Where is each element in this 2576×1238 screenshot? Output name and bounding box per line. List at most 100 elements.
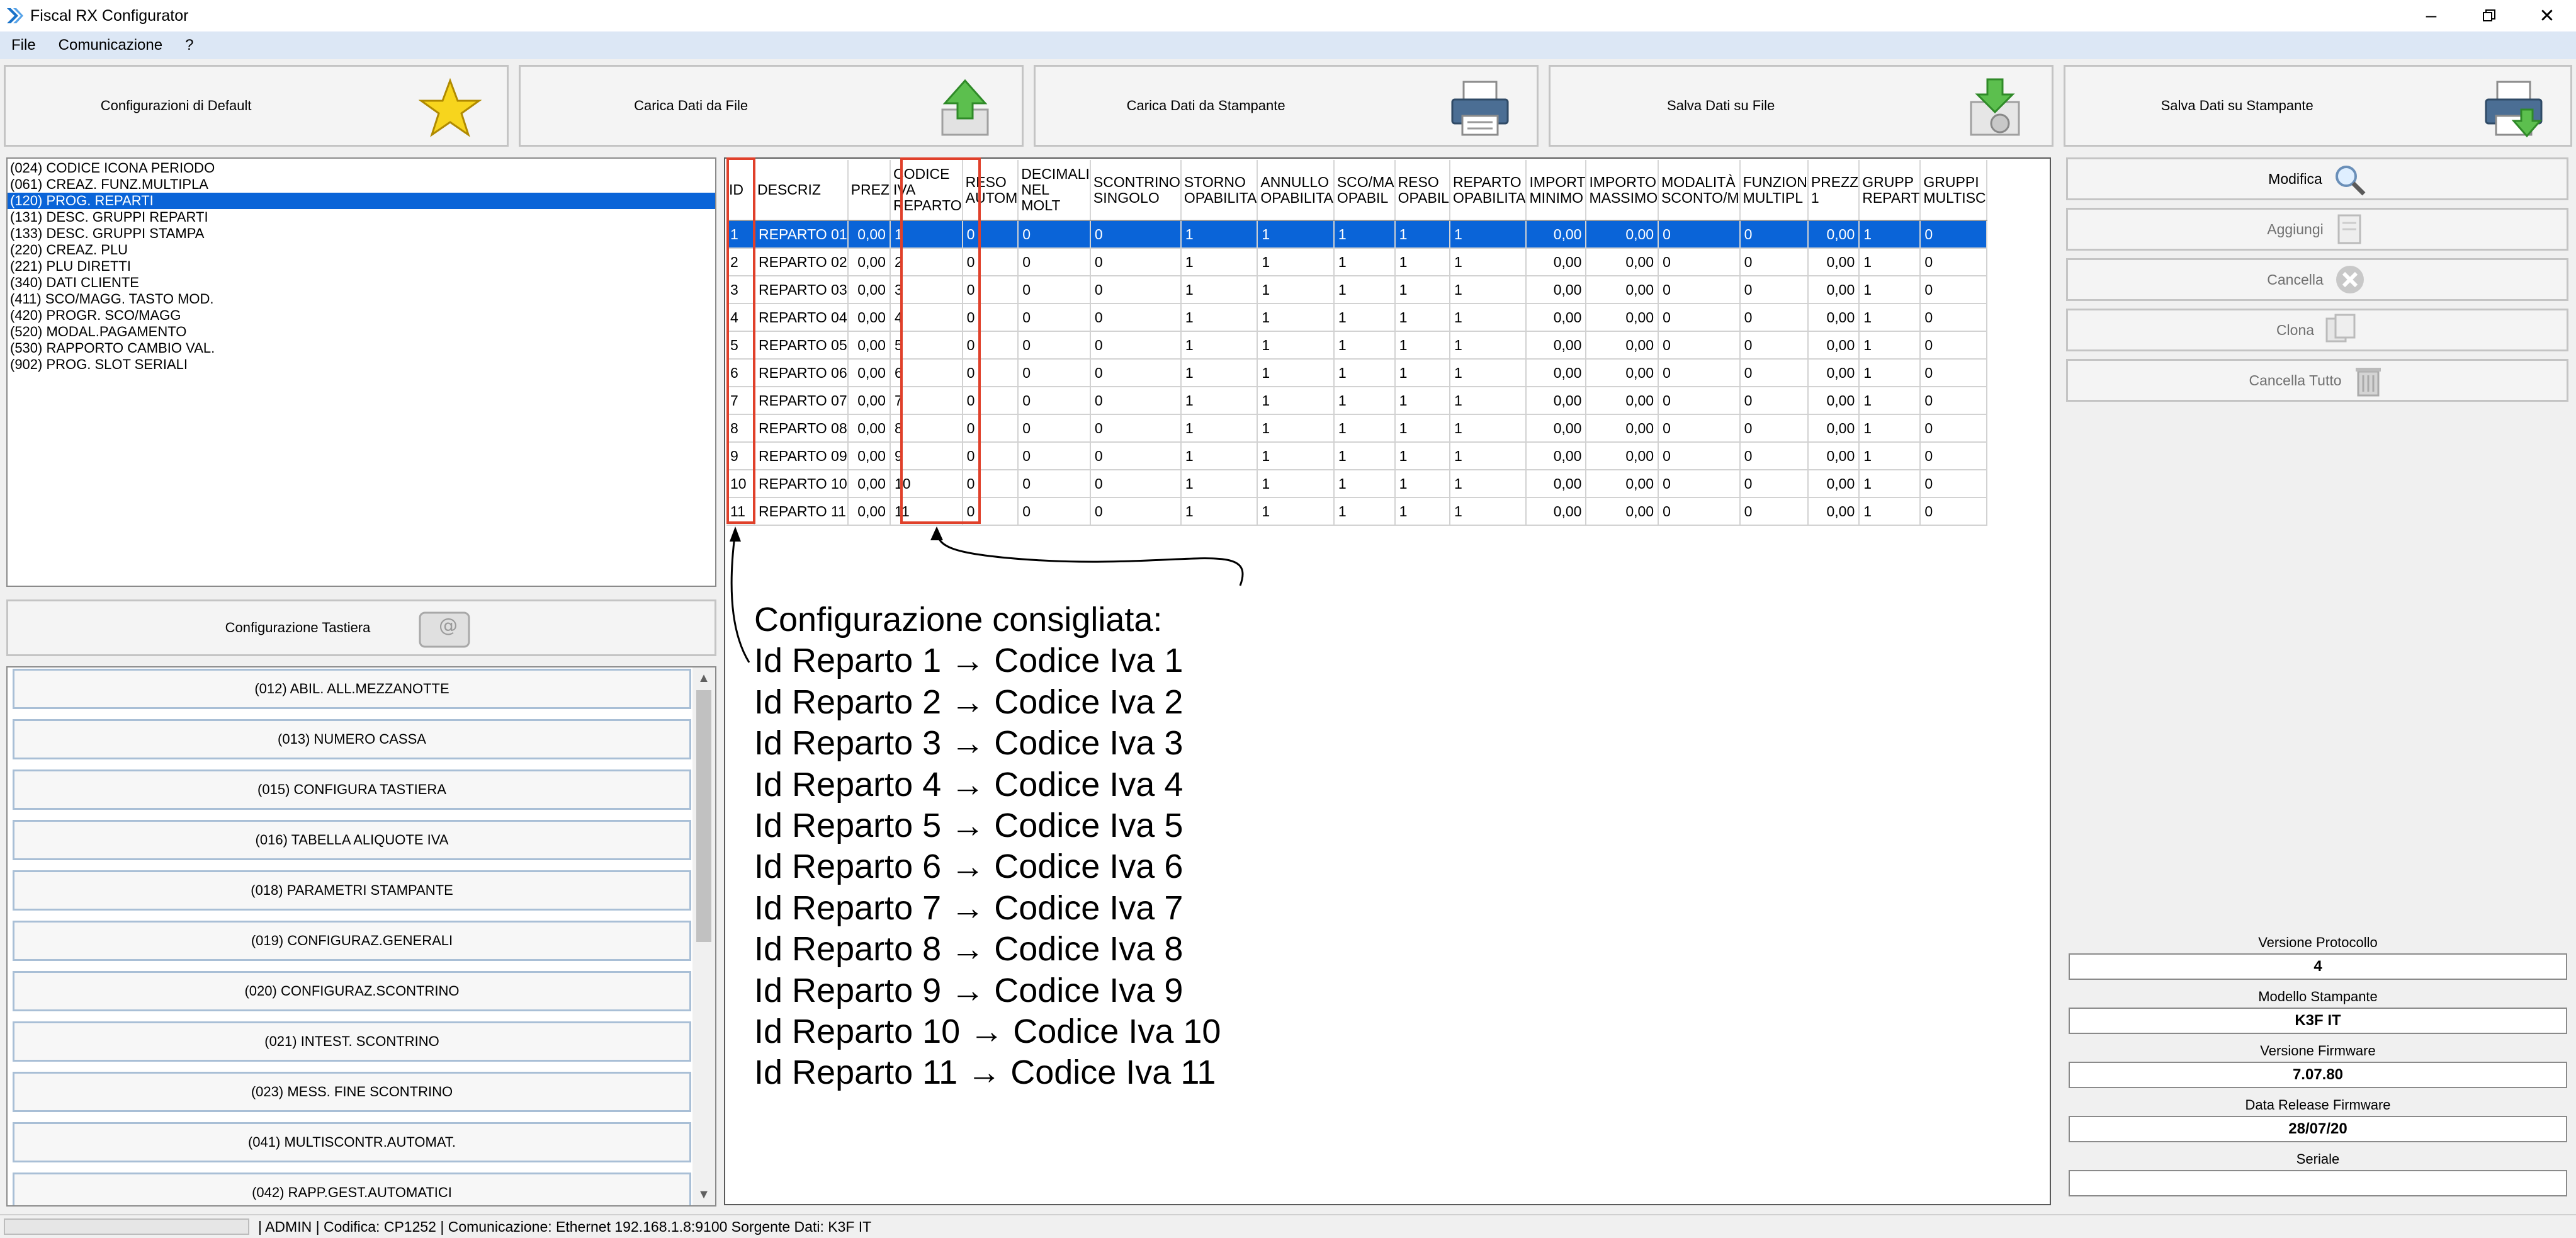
table-cell[interactable]: 0 bbox=[1739, 442, 1809, 470]
column-header[interactable]: GRUPP REPART bbox=[1859, 160, 1921, 221]
list-item[interactable]: (520) MODAL.PAGAMENTO bbox=[8, 324, 715, 340]
table-cell[interactable]: 0 bbox=[1018, 276, 1091, 304]
table-cell[interactable]: 0,00 bbox=[1807, 387, 1860, 415]
table-cell[interactable]: 1 bbox=[1180, 442, 1258, 470]
table-cell[interactable]: 1 bbox=[1449, 387, 1527, 415]
column-header[interactable]: GRUPPI MULTISC bbox=[1920, 160, 1987, 221]
list-item[interactable]: (340) DATI CLIENTE bbox=[8, 275, 715, 291]
menu-help[interactable]: ? bbox=[174, 37, 205, 54]
table-cell[interactable]: 0 bbox=[1739, 387, 1809, 415]
table-cell[interactable]: 1 bbox=[1449, 276, 1527, 304]
table-cell[interactable]: 0 bbox=[1018, 359, 1091, 387]
table-cell[interactable]: 0,00 bbox=[1807, 331, 1860, 360]
cancella-button[interactable]: Cancella bbox=[2066, 258, 2568, 301]
table-cell[interactable]: REPARTO 11 bbox=[754, 497, 849, 526]
scroll-thumb[interactable] bbox=[696, 690, 711, 942]
column-header[interactable]: FUNZION MULTIPL bbox=[1739, 160, 1809, 221]
list-item[interactable]: (220) CREAZ. PLU bbox=[8, 242, 715, 258]
list-item[interactable]: (120) PROG. REPARTI bbox=[8, 193, 715, 209]
table-cell[interactable]: 0 bbox=[1739, 248, 1809, 276]
column-header[interactable]: PREZ bbox=[847, 160, 891, 221]
table-cell[interactable]: 1 bbox=[1859, 497, 1921, 526]
table-cell[interactable]: 0,00 bbox=[1586, 414, 1659, 443]
table-cell[interactable]: 1 bbox=[1257, 276, 1335, 304]
keyboard-list-scrollbar[interactable]: ▲ ▼ bbox=[692, 667, 715, 1205]
table-cell[interactable]: 1 bbox=[1257, 331, 1335, 360]
table-cell[interactable]: 0 bbox=[1739, 304, 1809, 332]
table-cell[interactable]: 0 bbox=[1658, 304, 1741, 332]
table-cell[interactable]: 0 bbox=[1658, 414, 1741, 443]
list-item[interactable]: (411) SCO/MAGG. TASTO MOD. bbox=[8, 291, 715, 307]
table-cell[interactable]: 0 bbox=[1090, 331, 1182, 360]
table-cell[interactable]: 0 bbox=[1658, 248, 1741, 276]
table-cell[interactable]: 0,00 bbox=[1807, 442, 1860, 470]
table-cell[interactable]: 1 bbox=[1333, 470, 1396, 498]
table-cell[interactable]: 1 bbox=[1394, 220, 1450, 249]
table-cell[interactable]: 1 bbox=[1449, 331, 1527, 360]
table-cell[interactable]: 0,00 bbox=[1526, 331, 1587, 360]
table-cell[interactable]: 1 bbox=[1859, 470, 1921, 498]
list-item[interactable]: (131) DESC. GRUPPI REPARTI bbox=[8, 209, 715, 225]
table-cell[interactable]: 0,00 bbox=[1526, 276, 1587, 304]
table-cell[interactable]: 0,00 bbox=[847, 387, 891, 415]
column-header[interactable]: DECIMALI NEL MOLT bbox=[1018, 160, 1091, 221]
aggiungi-button[interactable]: Aggiungi bbox=[2066, 208, 2568, 251]
table-cell[interactable]: 1 bbox=[1257, 248, 1335, 276]
save-to-file-button[interactable]: Salva Dati su File bbox=[1549, 65, 2053, 147]
table-cell[interactable]: 0,00 bbox=[847, 359, 891, 387]
table-cell[interactable]: 0 bbox=[1739, 276, 1809, 304]
table-cell[interactable]: 1 bbox=[1394, 387, 1450, 415]
table-cell[interactable]: 0 bbox=[1018, 497, 1091, 526]
modifica-button[interactable]: Modifica bbox=[2066, 157, 2568, 200]
table-cell[interactable]: 0 bbox=[1920, 248, 1987, 276]
modello-stampante-field[interactable]: K3F IT bbox=[2069, 1008, 2567, 1034]
table-cell[interactable]: 1 bbox=[1394, 331, 1450, 360]
table-cell[interactable]: 0 bbox=[1090, 248, 1182, 276]
table-cell[interactable]: 1 bbox=[1859, 359, 1921, 387]
table-cell[interactable]: 1 bbox=[1333, 276, 1396, 304]
load-from-printer-button[interactable]: Carica Dati da Stampante bbox=[1034, 65, 1539, 147]
table-cell[interactable]: 0,00 bbox=[1586, 304, 1659, 332]
table-cell[interactable]: REPARTO 01 bbox=[754, 220, 849, 249]
table-cell[interactable]: REPARTO 09 bbox=[754, 442, 849, 470]
table-cell[interactable]: 1 bbox=[1180, 497, 1258, 526]
table-cell[interactable]: 1 bbox=[1257, 414, 1335, 443]
table-cell[interactable]: 0,00 bbox=[1807, 304, 1860, 332]
table-cell[interactable]: 1 bbox=[1449, 304, 1527, 332]
table-cell[interactable]: 0 bbox=[1739, 470, 1809, 498]
table-cell[interactable]: 0,00 bbox=[847, 276, 891, 304]
table-cell[interactable]: 1 bbox=[1394, 414, 1450, 443]
table-cell[interactable]: 0 bbox=[1920, 359, 1987, 387]
table-cell[interactable]: 1 bbox=[1449, 248, 1527, 276]
table-cell[interactable]: 0 bbox=[1018, 387, 1091, 415]
table-cell[interactable]: 0,00 bbox=[1526, 414, 1587, 443]
table-cell[interactable]: 1 bbox=[1449, 220, 1527, 249]
table-cell[interactable]: 0 bbox=[1018, 470, 1091, 498]
table-cell[interactable]: 1 bbox=[1449, 470, 1527, 498]
table-cell[interactable]: 1 bbox=[1180, 331, 1258, 360]
table-cell[interactable]: 0,00 bbox=[847, 248, 891, 276]
table-cell[interactable]: 0 bbox=[1090, 442, 1182, 470]
table-cell[interactable]: 0 bbox=[1658, 497, 1741, 526]
table-cell[interactable]: 0 bbox=[1739, 220, 1809, 249]
table-cell[interactable]: 1 bbox=[1859, 220, 1921, 249]
table-cell[interactable]: 0 bbox=[1018, 304, 1091, 332]
keyboard-config-item[interactable]: (042) RAPP.GEST.AUTOMATICI bbox=[13, 1173, 691, 1205]
seriale-field[interactable] bbox=[2069, 1170, 2567, 1196]
table-cell[interactable]: 0,00 bbox=[847, 442, 891, 470]
table-cell[interactable]: 1 bbox=[1180, 359, 1258, 387]
table-cell[interactable]: 0,00 bbox=[847, 220, 891, 249]
table-cell[interactable]: 1 bbox=[1257, 470, 1335, 498]
table-cell[interactable]: 0 bbox=[1920, 414, 1987, 443]
table-cell[interactable]: 0 bbox=[1018, 331, 1091, 360]
table-cell[interactable]: 1 bbox=[1859, 414, 1921, 443]
table-cell[interactable]: 0 bbox=[1739, 497, 1809, 526]
cancella-tutto-button[interactable]: Cancella Tutto bbox=[2066, 359, 2568, 402]
restore-button[interactable] bbox=[2460, 0, 2518, 31]
table-cell[interactable]: 0 bbox=[1658, 442, 1741, 470]
table-cell[interactable]: 0,00 bbox=[1526, 497, 1587, 526]
table-cell[interactable]: 0 bbox=[1658, 387, 1741, 415]
menu-file[interactable]: File bbox=[0, 37, 47, 54]
table-cell[interactable]: REPARTO 10 bbox=[754, 470, 849, 498]
table-cell[interactable]: 0,00 bbox=[1807, 414, 1860, 443]
